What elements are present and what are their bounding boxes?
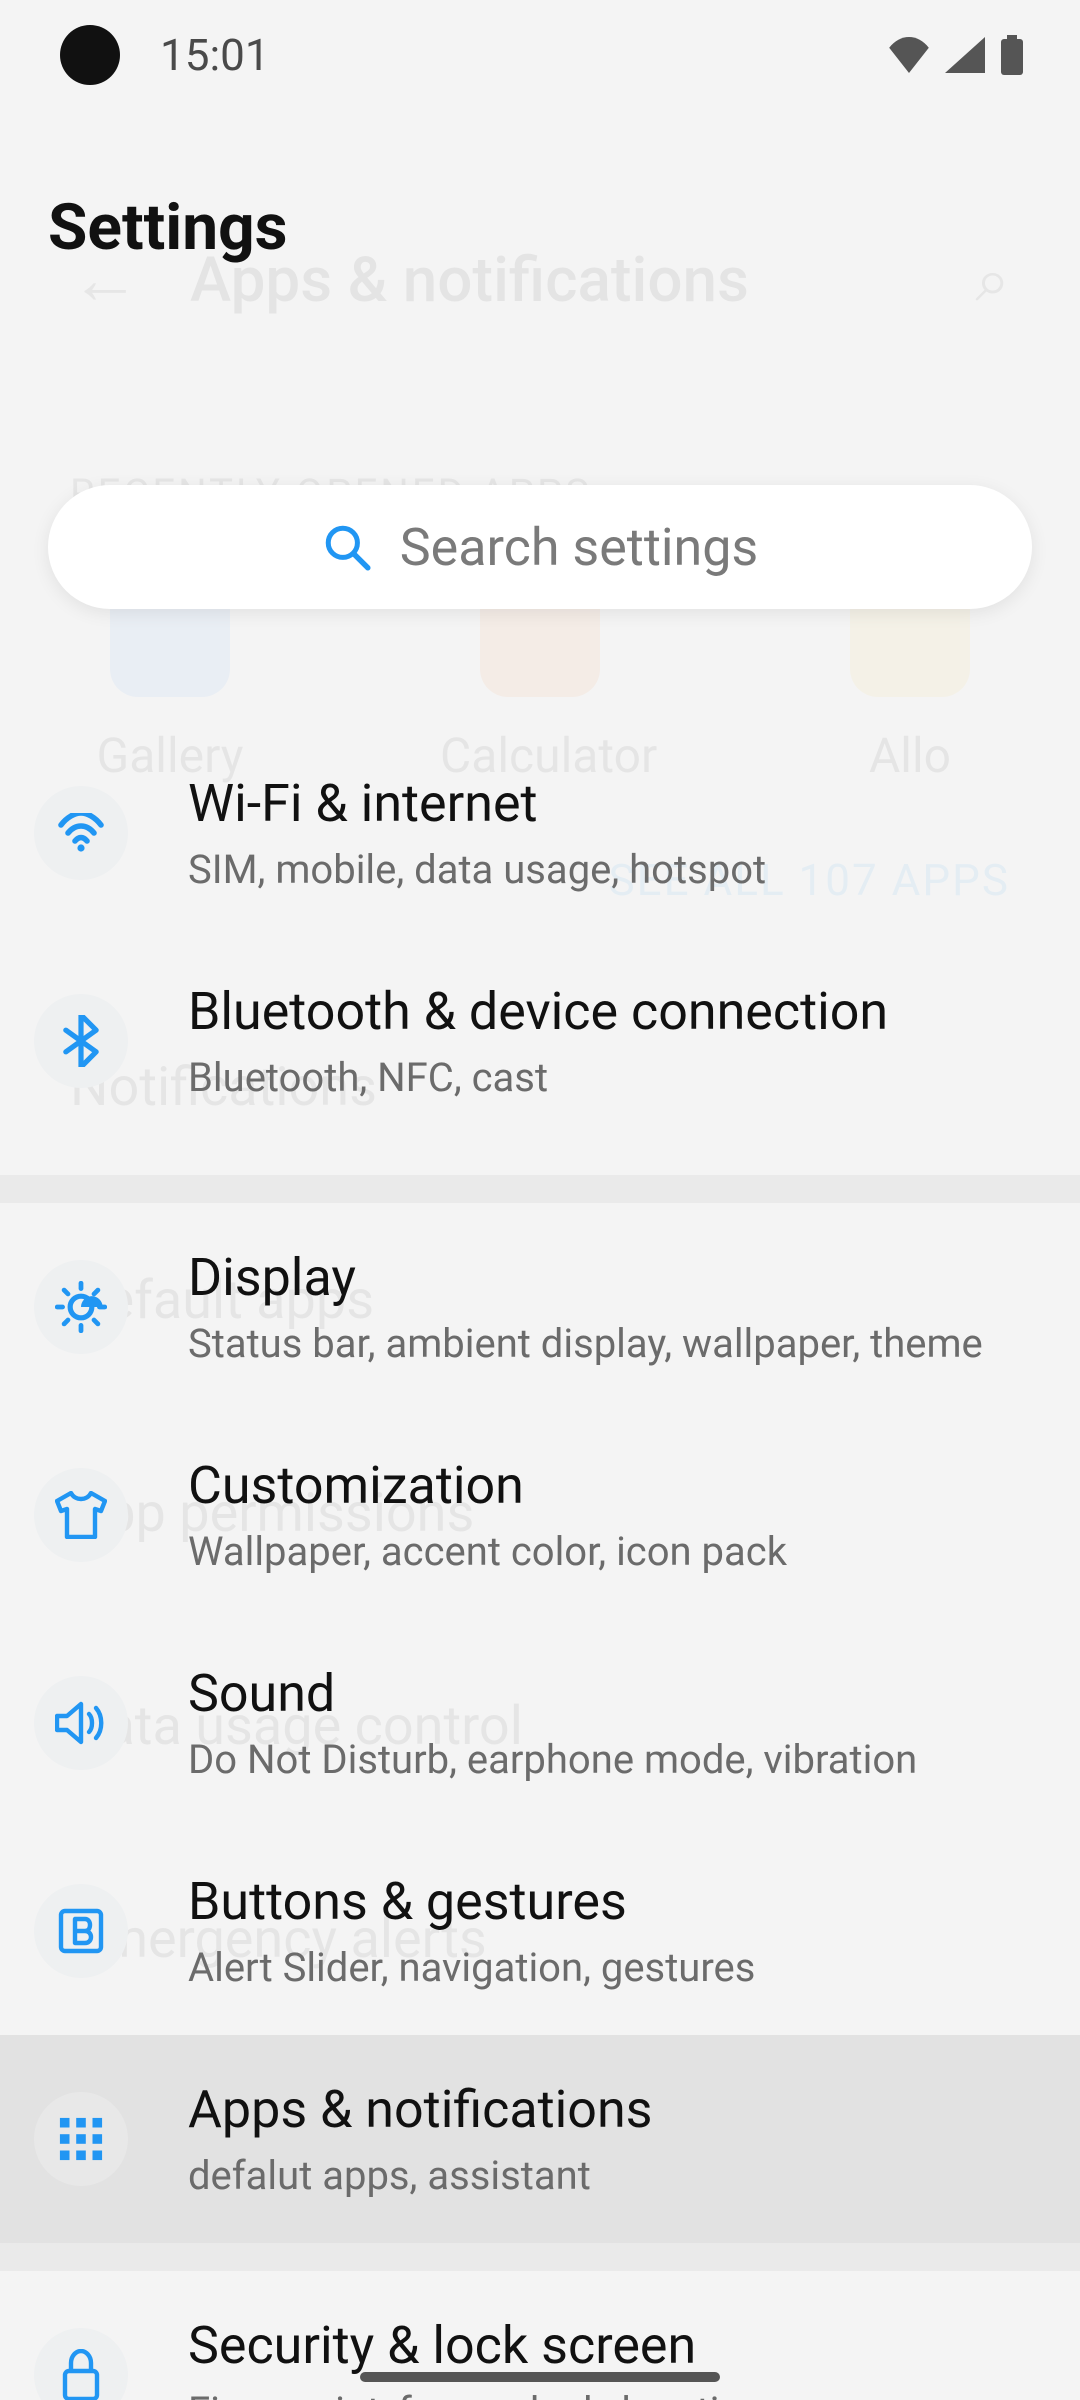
- battery-icon: [999, 35, 1025, 75]
- section-divider: [0, 1175, 1080, 1203]
- row-subtitle: Bluetooth, NFC, cast: [188, 1054, 888, 1101]
- row-subtitle: Do Not Disturb, earphone mode, vibration: [188, 1736, 917, 1783]
- row-title: Buttons & gestures: [188, 1871, 755, 1932]
- row-title: Customization: [188, 1455, 787, 1516]
- button-b-icon: [57, 1907, 105, 1955]
- row-subtitle: SIM, mobile, data usage, hotspot: [188, 846, 766, 893]
- search-placeholder: Search settings: [400, 517, 758, 578]
- row-subtitle: defalut apps, assistant: [188, 2152, 653, 2199]
- tshirt-icon: [55, 1491, 107, 1539]
- wifi-icon: [56, 813, 106, 853]
- cell-signal-icon: [945, 37, 985, 73]
- lock-icon: [60, 2349, 102, 2400]
- row-display[interactable]: Display Status bar, ambient display, wall…: [0, 1203, 1080, 1411]
- row-customization[interactable]: Customization Wallpaper, accent color, ic…: [0, 1411, 1080, 1619]
- row-wifi-internet[interactable]: Wi-Fi & internet SIM, mobile, data usage,…: [0, 729, 1080, 937]
- debug-indicator-icon: [60, 25, 120, 85]
- page-title: Settings: [0, 110, 1080, 265]
- section-divider: [0, 2243, 1080, 2271]
- apps-grid-icon: [58, 2116, 104, 2162]
- bluetooth-icon: [63, 1015, 99, 1067]
- row-title: Sound: [188, 1663, 917, 1724]
- row-subtitle: Status bar, ambient display, wallpaper, …: [188, 1320, 983, 1367]
- status-bar: 15:01: [0, 0, 1080, 110]
- row-buttons-gestures[interactable]: Buttons & gestures Alert Slider, navigati…: [0, 1827, 1080, 2035]
- row-title: Wi-Fi & internet: [188, 773, 766, 834]
- row-title: Display: [188, 1247, 983, 1308]
- row-sound[interactable]: Sound Do Not Disturb, earphone mode, vibr…: [0, 1619, 1080, 1827]
- speaker-icon: [55, 1700, 107, 1746]
- search-icon: [322, 522, 372, 572]
- gesture-nav-handle[interactable]: [360, 2372, 720, 2382]
- wifi-icon: [887, 37, 931, 73]
- row-subtitle: Alert Slider, navigation, gestures: [188, 1944, 755, 1991]
- row-title: Bluetooth & device connection: [188, 981, 888, 1042]
- row-apps-notifications[interactable]: Apps & notifications defalut apps, assist…: [0, 2035, 1080, 2243]
- search-settings[interactable]: Search settings: [48, 485, 1032, 609]
- row-subtitle: Wallpaper, accent color, icon pack: [188, 1528, 787, 1575]
- status-clock: 15:01: [160, 29, 270, 81]
- row-subtitle: Fingerprint, face unlock, location: [188, 2388, 764, 2400]
- brightness-icon: [55, 1281, 107, 1333]
- row-title: Security & lock screen: [188, 2315, 764, 2376]
- row-bluetooth-device[interactable]: Bluetooth & device connection Bluetooth, …: [0, 937, 1080, 1145]
- row-title: Apps & notifications: [188, 2079, 653, 2140]
